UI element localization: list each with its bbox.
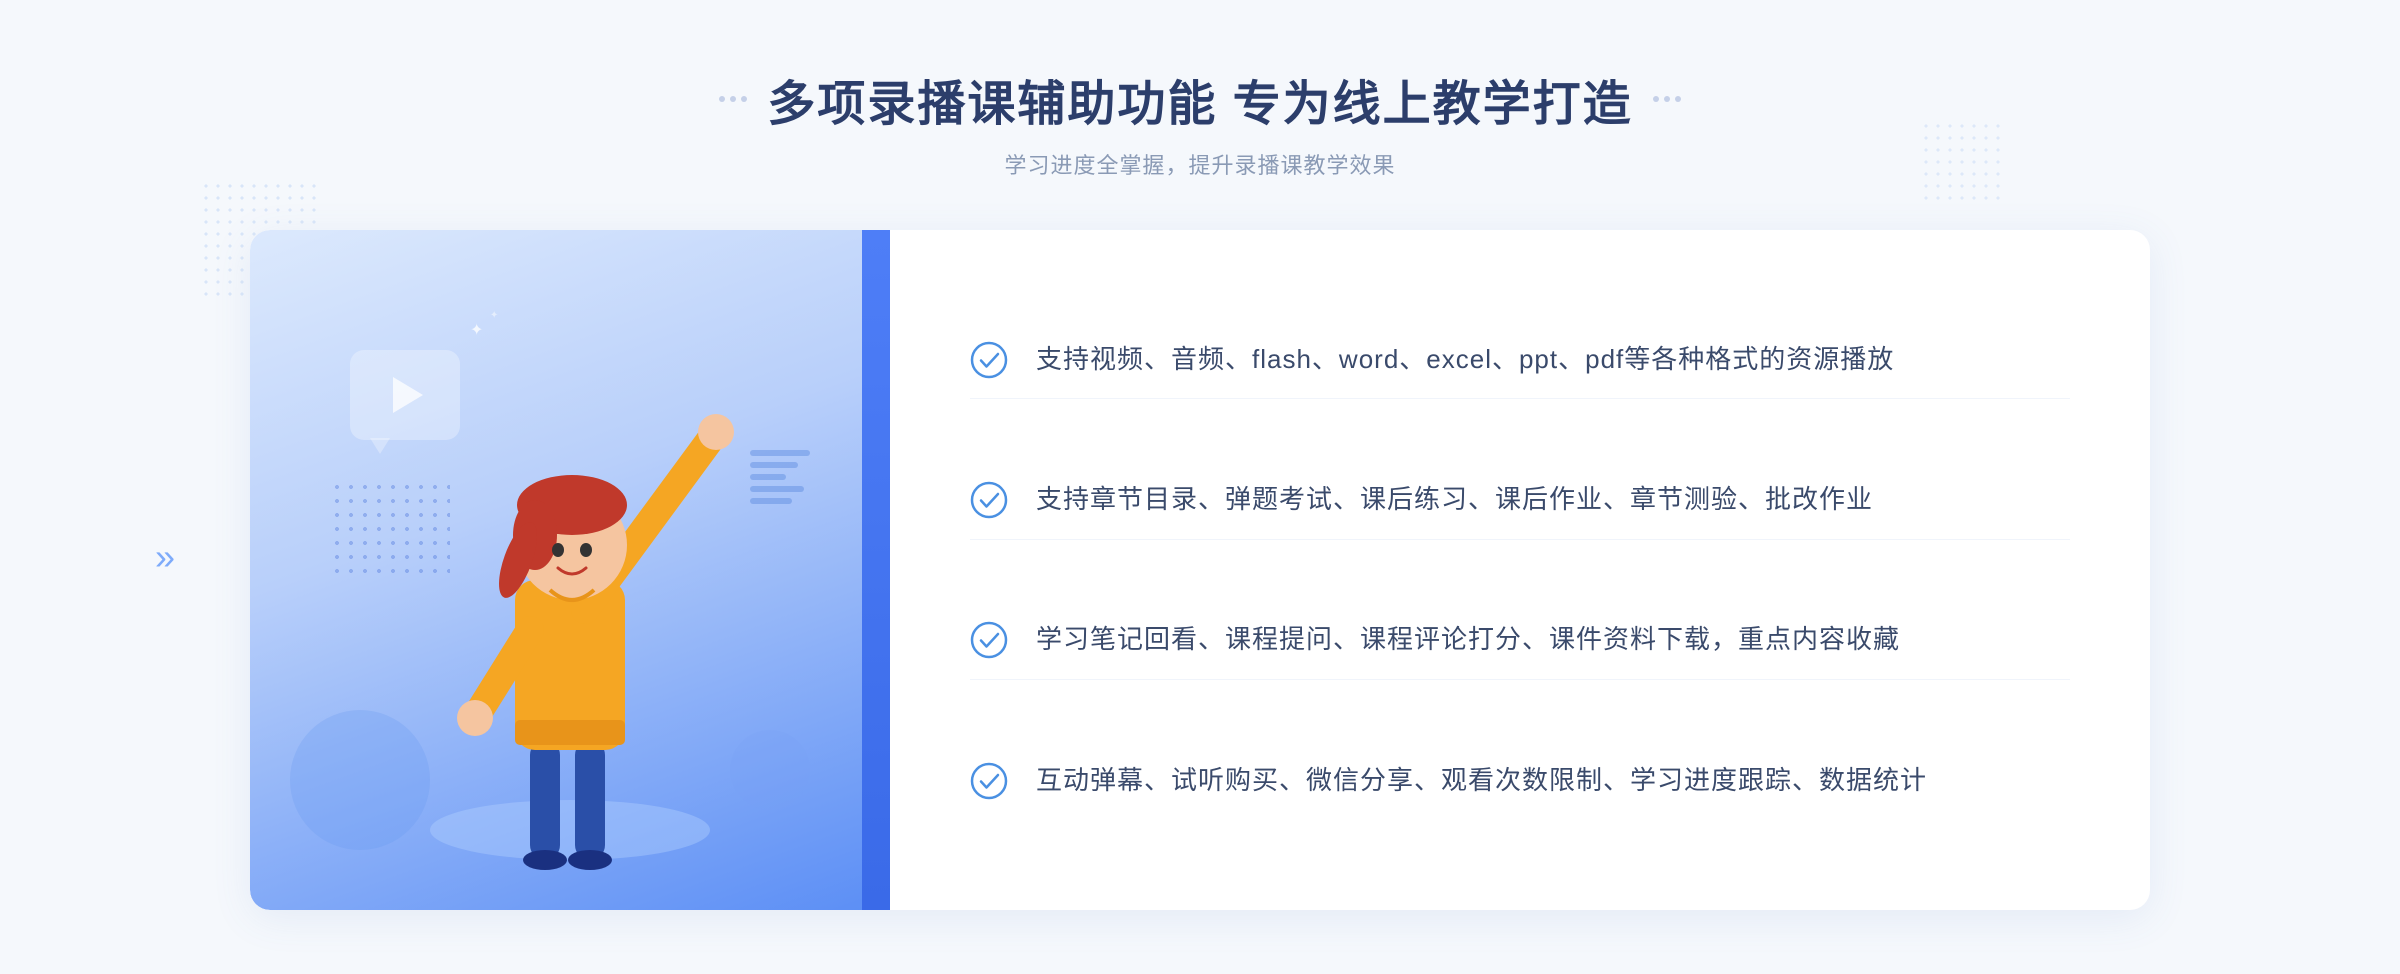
chevron-icon-left: » bbox=[155, 536, 175, 578]
check-icon-2 bbox=[970, 481, 1008, 519]
feature-item-1: 支持视频、音频、flash、word、excel、ppt、pdf等各种格式的资源… bbox=[970, 321, 2070, 400]
sparkle-icon-1: ✦ bbox=[470, 320, 483, 340]
deco-stripes bbox=[750, 450, 810, 530]
feature-text-1: 支持视频、音频、flash、word、excel、ppt、pdf等各种格式的资源… bbox=[1036, 339, 1894, 381]
content-card: ✦ ✦ bbox=[250, 230, 2150, 910]
sparkle-icon-2: ✦ bbox=[490, 310, 498, 321]
figure-illustration bbox=[400, 350, 740, 910]
illustration-panel: ✦ ✦ bbox=[250, 230, 890, 910]
feature-text-4: 互动弹幕、试听购买、微信分享、观看次数限制、学习进度跟踪、数据统计 bbox=[1036, 760, 1927, 802]
blue-bar bbox=[862, 230, 890, 910]
feature-item-2: 支持章节目录、弹题考试、课后练习、课后作业、章节测验、批改作业 bbox=[970, 461, 2070, 540]
check-icon-3 bbox=[970, 621, 1008, 659]
feature-item-3: 学习笔记回看、课程提问、课程评论打分、课件资料下载，重点内容收藏 bbox=[970, 601, 2070, 680]
decorator-dots-left bbox=[719, 96, 747, 102]
decorator-dots-right bbox=[1653, 96, 1681, 102]
features-panel: 支持视频、音频、flash、word、excel、ppt、pdf等各种格式的资源… bbox=[890, 230, 2150, 910]
feature-item-4: 互动弹幕、试听购买、微信分享、观看次数限制、学习进度跟踪、数据统计 bbox=[970, 742, 2070, 820]
feature-text-3: 学习笔记回看、课程提问、课程评论打分、课件资料下载，重点内容收藏 bbox=[1036, 619, 1900, 661]
header-decorators: 多项录播课辅助功能 专为线上教学打造 bbox=[719, 64, 1680, 134]
page-title: 多项录播课辅助功能 专为线上教学打造 bbox=[767, 64, 1632, 134]
header-section: 多项录播课辅助功能 专为线上教学打造 学习进度全掌握，提升录播课教学效果 bbox=[719, 64, 1680, 180]
feature-text-2: 支持章节目录、弹题考试、课后练习、课后作业、章节测验、批改作业 bbox=[1036, 479, 1873, 521]
check-icon-1 bbox=[970, 341, 1008, 379]
decorative-dots-right bbox=[1920, 120, 2000, 200]
page-wrapper: » 多项录播课辅助功能 专为线上教学打造 学习进度全掌握，提升录播课教学效果 bbox=[0, 0, 2400, 974]
check-icon-4 bbox=[970, 762, 1008, 800]
page-subtitle: 学习进度全掌握，提升录播课教学效果 bbox=[719, 148, 1680, 180]
deco-circle-2 bbox=[730, 730, 810, 810]
